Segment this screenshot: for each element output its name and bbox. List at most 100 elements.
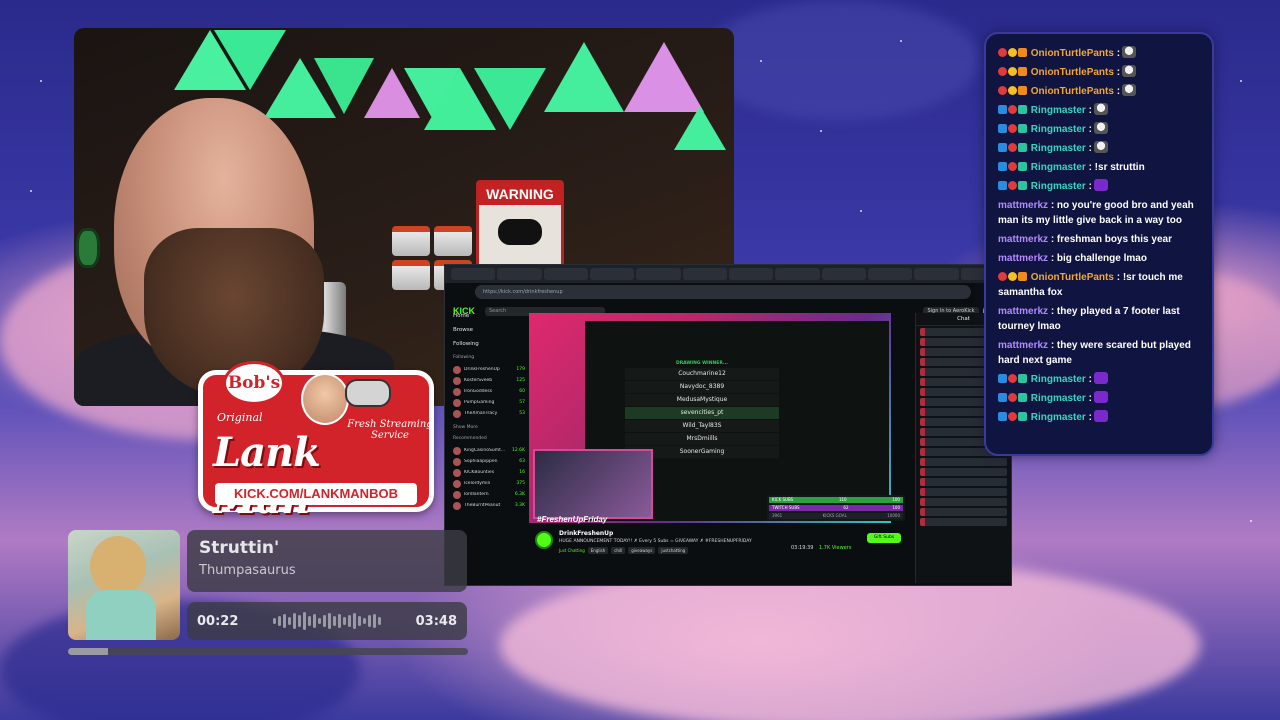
chat-badge-icon <box>1018 162 1027 171</box>
channel-name[interactable]: DrinkFreshenUp <box>559 530 613 537</box>
chat-message: Ringmaster : <box>998 139 1202 158</box>
duration-time: 03:48 <box>415 613 457 629</box>
chat-message: OnionTurtlePants : !sr touch me samantha… <box>998 268 1202 302</box>
hashtag-label: #FreshenUpFriday <box>537 515 608 524</box>
warning-sign-text: WARNING <box>479 183 561 205</box>
chat-username[interactable]: Ringmaster <box>1031 162 1086 173</box>
sidebar-channel[interactable]: TheBurntPeanut 3.3K <box>453 500 525 511</box>
tag[interactable]: justchatting <box>658 547 689 554</box>
skull-emote-icon <box>1093 122 1108 134</box>
mascot-icon <box>301 373 349 425</box>
chat-badge-icon <box>1008 48 1017 57</box>
chat-username[interactable]: Ringmaster <box>1031 181 1086 192</box>
skull-emote-icon <box>1122 84 1137 96</box>
chat-badge-icon <box>1008 105 1017 114</box>
category-tag[interactable]: Just Chatting <box>559 547 585 554</box>
chat-message: Ringmaster : <box>998 101 1202 120</box>
chat-username[interactable]: mattmerkz <box>998 306 1048 317</box>
chat-badge-icon <box>1008 181 1017 190</box>
chat-username[interactable]: mattmerkz <box>998 234 1048 245</box>
chat-badge-icon <box>1018 272 1027 281</box>
chat-line <box>920 488 1007 496</box>
sidebar-channel[interactable]: Icelordymin 375 <box>453 478 525 489</box>
chat-badge-icon <box>1008 374 1017 383</box>
purple-emote-icon <box>1093 179 1108 191</box>
sidebar-channel[interactable]: KICKBounties 16 <box>453 467 525 478</box>
chat-username[interactable]: OnionTurtlePants <box>1031 272 1114 283</box>
chat-text: : <box>1116 67 1121 78</box>
drawing-entry: MedusaMystique <box>625 394 779 406</box>
song-title: Struttin' <box>199 538 280 558</box>
chat-text: : big challenge lmao <box>1050 253 1147 264</box>
chat-message: mattmerkz : freshman boys this year <box>998 230 1202 249</box>
sidebar-channel[interactable]: TheXmanTracy 53 <box>453 408 525 419</box>
chat-username[interactable]: Ringmaster <box>1031 124 1086 135</box>
chat-badge-icon <box>1008 162 1017 171</box>
show-more-link[interactable]: Show More <box>453 425 525 430</box>
chat-username[interactable]: mattmerkz <box>998 340 1048 351</box>
tag[interactable]: English <box>587 547 609 554</box>
skull-emote-icon <box>1093 141 1108 153</box>
nav-home[interactable]: Home <box>453 313 525 319</box>
chat-username[interactable]: OnionTurtlePants <box>1031 67 1114 78</box>
now-playing-timer: 00:22 03:48 <box>187 602 467 640</box>
stream-tags: Just Chatting English chill giveaways ju… <box>559 547 689 554</box>
mini-webcam <box>533 449 653 519</box>
stream-title: HUGE ANNOUNCEMENT TODAY!! ✗ Every 5 Subs… <box>559 539 752 544</box>
sidebar-channel[interactable]: IronGoddess 60 <box>453 386 525 397</box>
channel-avatar[interactable] <box>535 531 553 549</box>
chat-text: : <box>1088 393 1092 404</box>
chat-badge-icon <box>1008 67 1017 76</box>
address-bar[interactable]: https://kick.com/drinkfreshenup <box>475 285 971 299</box>
chat-username[interactable]: OnionTurtlePants <box>1031 86 1114 97</box>
chat-message: OnionTurtlePants : <box>998 63 1202 82</box>
skull-emote-icon <box>1122 65 1137 77</box>
nav-following[interactable]: Following <box>453 341 525 347</box>
chat-username[interactable]: mattmerkz <box>998 253 1048 264</box>
chat-badge-icon <box>1018 393 1027 402</box>
chat-message: Ringmaster : <box>998 177 1202 196</box>
chat-badge-icon <box>1018 374 1027 383</box>
chat-username[interactable]: Ringmaster <box>1031 393 1086 404</box>
subs-goal-panel: KICK SUBS 110 100 TWITCH SUBS 62 100 3961 KIC… <box>767 495 905 521</box>
sidebar-channel[interactable]: DrinkFreshenUp 179 <box>453 364 525 375</box>
kick-subs-bar: KICK SUBS 110 100 <box>769 497 903 503</box>
chat-badge-icon <box>1008 412 1017 421</box>
drawing-entry: MrsDmiills <box>625 433 779 445</box>
chat-username[interactable]: Ringmaster <box>1031 105 1086 116</box>
chat-message: Ringmaster : <box>998 370 1202 389</box>
chat-badge-icon <box>998 86 1007 95</box>
tag[interactable]: chill <box>611 547 626 554</box>
sidebar-channel[interactable]: KosterSveeb 125 <box>453 375 525 386</box>
browser-tabs[interactable] <box>445 265 1011 283</box>
chat-badge-icon <box>998 67 1007 76</box>
chat-username[interactable]: Ringmaster <box>1031 412 1086 423</box>
chat-username[interactable]: Ringmaster <box>1031 143 1086 154</box>
song-progress-fill <box>68 648 108 655</box>
chat-username[interactable]: Ringmaster <box>1031 374 1086 385</box>
sidebar-channel[interactable]: KingCasinoSumt... 12.6K <box>453 445 525 456</box>
chat-badge-icon <box>1018 48 1027 57</box>
chat-line <box>920 468 1007 476</box>
tag[interactable]: giveaways <box>628 547 656 554</box>
nav-browse[interactable]: Browse <box>453 327 525 333</box>
chat-message: Ringmaster : <box>998 408 1202 427</box>
sidebar-channel[interactable]: PumpGaming 57 <box>453 397 525 408</box>
recommended-heading: Recommended <box>453 436 487 441</box>
chat-message: OnionTurtlePants : <box>998 44 1202 63</box>
gamepad-icon <box>498 219 542 245</box>
chat-badge-icon <box>998 162 1007 171</box>
chat-text: : <box>1088 412 1092 423</box>
sidebar-channel[interactable]: Sophiaapippen 63 <box>453 456 525 467</box>
stream-info: DrinkFreshenUp HUGE ANNOUNCEMENT TODAY!!… <box>529 527 909 567</box>
chat-message: Ringmaster : !sr struttin <box>998 158 1202 177</box>
chat-username[interactable]: OnionTurtlePants <box>1031 48 1114 59</box>
logo-original: Original <box>217 411 263 424</box>
chat-username[interactable]: mattmerkz <box>998 200 1048 211</box>
gift-subs-button[interactable]: Gift Subs <box>867 533 901 543</box>
logo-url: KICK.COM/LANKMANBOB <box>215 483 417 505</box>
kicks-goal-bar: 3961 KICKS GOAL 10000 <box>769 513 903 519</box>
sidebar-channel[interactable]: lordlantern 6.3K <box>453 489 525 500</box>
drawing-entry: Wild_Tayl83S <box>625 420 779 432</box>
chat-badge-icon <box>998 272 1007 281</box>
